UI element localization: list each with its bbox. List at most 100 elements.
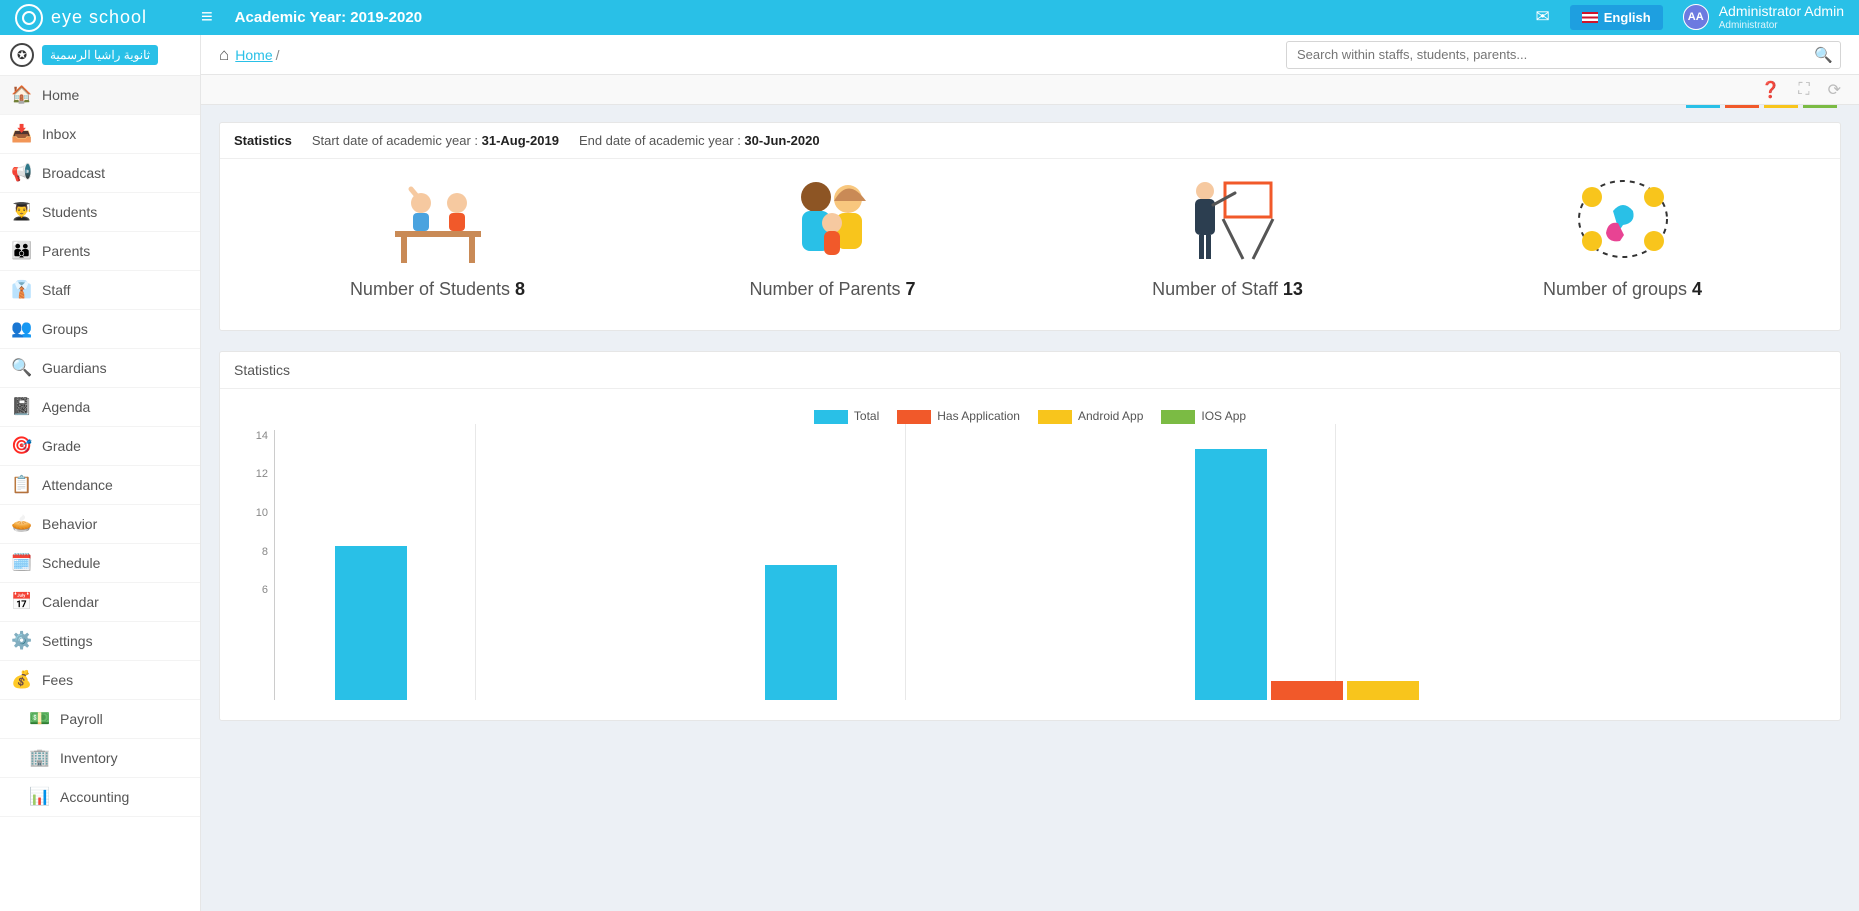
accounting-icon: 📊 [30, 787, 50, 807]
sidebar-item-staff[interactable]: 👔 Staff [0, 271, 200, 310]
sidebar-item-guardians[interactable]: 🔍Guardians [0, 349, 200, 388]
legend-item-has-application[interactable]: Has Application [897, 409, 1020, 424]
broadcast-icon: 📢 [12, 163, 32, 183]
sidebar-item-behavior[interactable]: 🥧 Behavior [0, 505, 200, 544]
search-input[interactable] [1286, 41, 1841, 69]
help-icon[interactable]: ❓ [1760, 80, 1780, 100]
stat-label: Number of Parents 7 [749, 279, 915, 300]
sidebar-item-agenda[interactable]: 📓Agenda [0, 388, 200, 427]
statistics-overview-panel: Statistics Start date of academic year :… [219, 122, 1841, 331]
legend-item-android-app[interactable]: Android App [1038, 409, 1143, 424]
y-tick: 12 [256, 468, 268, 480]
sidebar-item-accounting[interactable]: 📊 Accounting [0, 778, 200, 817]
topbar: eye school ≡ Academic Year: 2019-2020 ✉ … [0, 0, 1859, 35]
bar[interactable] [1195, 449, 1267, 700]
sidebar-item-grade[interactable]: 🎯Grade [0, 427, 200, 466]
sidebar-item-label: Settings [42, 633, 93, 649]
sidebar-item-fees[interactable]: 💰Fees [0, 661, 200, 700]
logo-icon [15, 4, 43, 32]
sidebar-item-students[interactable]: 👨‍🎓 Students [0, 193, 200, 232]
sidebar-item-label: Schedule [42, 555, 100, 571]
bar-group-staff [1195, 449, 1495, 700]
sidebar: ✪ ثانوية راشيا الرسمية 🏠 Home 📥Inbox 📢 Broad… [0, 35, 201, 911]
home-icon: 🏠 [12, 85, 32, 105]
sidebar-item-attendance[interactable]: 📋 Attendance [0, 466, 200, 505]
sidebar-item-broadcast[interactable]: 📢 Broadcast [0, 154, 200, 193]
guardians-icon: 🔍 [12, 358, 32, 378]
bar[interactable] [1347, 681, 1419, 700]
sidebar-item-label: Attendance [42, 477, 113, 493]
sidebar-item-payroll[interactable]: 💵Payroll [0, 700, 200, 739]
sidebar-item-label: Staff [42, 282, 71, 298]
chart-area: 68101214 [240, 430, 1820, 700]
staff-icon: 👔 [12, 280, 32, 300]
stat-illustration [1173, 169, 1283, 267]
language-label: English [1604, 10, 1651, 25]
bar-group-students [335, 546, 635, 700]
bar[interactable] [335, 546, 407, 700]
bar[interactable] [765, 565, 837, 700]
stat-card-0: Number of Students 8 [240, 169, 635, 300]
avatar: AA [1683, 4, 1709, 30]
user-name: Administrator Admin [1719, 3, 1844, 20]
students-icon: 👨‍🎓 [12, 202, 32, 222]
refresh-icon[interactable]: ⟳ [1828, 80, 1841, 100]
uk-flag-icon [1582, 12, 1598, 23]
sidebar-item-groups[interactable]: 👥Groups [0, 310, 200, 349]
y-tick: 6 [262, 584, 268, 596]
academic-year: Academic Year: 2019-2020 [235, 9, 422, 26]
breadcrumb-sep: / [276, 47, 280, 63]
mail-icon[interactable]: ✉ [1536, 7, 1550, 27]
school-name-badge: ثانوية راشيا الرسمية [42, 45, 158, 65]
sidebar-item-label: Home [42, 87, 79, 103]
sidebar-item-label: Behavior [42, 516, 97, 532]
sidebar-item-label: Inventory [60, 750, 118, 766]
bar[interactable] [1271, 681, 1343, 700]
user-menu[interactable]: AA Administrator Admin Administrator [1683, 3, 1844, 32]
stat-card-1: Number of Parents 7 [635, 169, 1030, 300]
sidebar-item-label: Grade [42, 438, 81, 454]
sidebar-item-label: Payroll [60, 711, 103, 727]
schedule-icon: 🗓️ [12, 553, 32, 573]
legend-item-ios-app[interactable]: IOS App [1161, 409, 1246, 424]
home-icon[interactable]: ⌂ [219, 45, 229, 65]
sidebar-item-label: Students [42, 204, 97, 220]
attendance-icon: 📋 [12, 475, 32, 495]
search-icon[interactable]: 🔍 [1814, 46, 1833, 64]
sidebar-item-home[interactable]: 🏠 Home [0, 76, 200, 115]
sidebar-item-inbox[interactable]: 📥Inbox [0, 115, 200, 154]
parents-icon: 👪 [12, 241, 32, 261]
bar-group-parents [765, 565, 1065, 700]
sidebar-item-label: Calendar [42, 594, 99, 610]
fullscreen-icon[interactable]: ⛶ [1798, 81, 1809, 99]
stat-label: Number of groups 4 [1543, 279, 1702, 300]
breadcrumb-home[interactable]: Home [235, 47, 272, 63]
statistics-chart-panel: Statistics Total Has Application Android A… [219, 351, 1841, 721]
school-header[interactable]: ✪ ثانوية راشيا الرسمية [0, 35, 200, 76]
legend-item-total[interactable]: Total [814, 409, 879, 424]
user-role: Administrator [1719, 20, 1844, 32]
sidebar-item-inventory[interactable]: 🏢Inventory [0, 739, 200, 778]
chart-title: Statistics [220, 352, 1840, 389]
sidebar-item-calendar[interactable]: 📅 Calendar [0, 583, 200, 622]
sidebar-item-label: Broadcast [42, 165, 105, 181]
stat-illustration [1568, 169, 1678, 267]
behavior-icon: 🥧 [12, 514, 32, 534]
search-wrap: 🔍 [1286, 41, 1841, 69]
stat-label: Number of Students 8 [350, 279, 525, 300]
language-button[interactable]: English [1570, 5, 1663, 30]
stat-card-2: Number of Staff 13 [1030, 169, 1425, 300]
sidebar-item-settings[interactable]: ⚙️ Settings [0, 622, 200, 661]
logo-text: eye school [51, 7, 147, 28]
sidebar-item-label: Agenda [42, 399, 90, 415]
calendar-icon: 📅 [12, 592, 32, 612]
fees-icon: 💰 [12, 670, 32, 690]
settings-icon: ⚙️ [12, 631, 32, 651]
stat-illustration [383, 169, 493, 267]
logo[interactable]: eye school [15, 4, 201, 32]
menu-toggle-icon[interactable]: ≡ [201, 6, 213, 29]
sidebar-item-label: Accounting [60, 789, 129, 805]
stat-card-3: Number of groups 4 [1425, 169, 1820, 300]
sidebar-item-schedule[interactable]: 🗓️ Schedule [0, 544, 200, 583]
sidebar-item-parents[interactable]: 👪Parents [0, 232, 200, 271]
